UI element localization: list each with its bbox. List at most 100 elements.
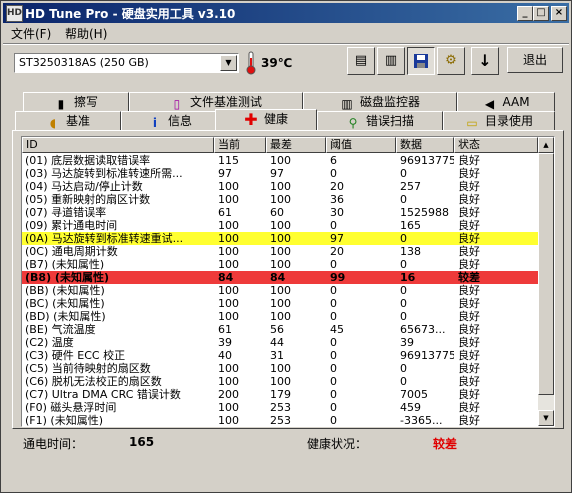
exit-button[interactable]: 退出 <box>507 47 563 73</box>
table-row[interactable]: (C2) 温度 39 44 0 39 良好 <box>22 336 538 349</box>
threshold-value: 0 <box>330 297 337 310</box>
tab-info[interactable]: i 信息 <box>121 111 219 130</box>
erase-icon: ▮ <box>57 97 65 111</box>
current-value: 100 <box>218 232 239 245</box>
close-button[interactable]: × <box>551 6 567 21</box>
save-button[interactable] <box>407 47 435 75</box>
table-row[interactable]: (BC) (未知属性) 100 100 0 0 良好 <box>22 297 538 310</box>
worst-value: 97 <box>270 167 284 180</box>
attribute-status: 良好 <box>458 310 480 323</box>
table-row[interactable]: (B7) (未知属性) 100 100 0 0 良好 <box>22 258 538 271</box>
menu-separator <box>3 43 569 45</box>
raw-data: 165 <box>400 219 421 232</box>
attribute-id: (09) 累计通电时间 <box>25 219 118 232</box>
attribute-id: (F1) (未知属性) <box>25 414 103 427</box>
table-row[interactable]: (03) 马达旋转到标准转速所需... 97 97 0 0 良好 <box>22 167 538 180</box>
attribute-id: (F0) 磁头悬浮时间 <box>25 401 117 414</box>
current-value: 84 <box>218 271 234 284</box>
table-row[interactable]: (C7) Ultra DMA CRC 错误计数 200 179 0 7005 良好 <box>22 388 538 401</box>
column-header-data[interactable]: 数据 <box>396 137 454 153</box>
current-value: 100 <box>218 414 239 427</box>
smart-attribute-list[interactable]: ID 当前 最差 阈值 数据 状态 (01) 底层数据读取错误率 115 100 6 9… <box>21 136 555 427</box>
menu-help[interactable]: 帮助(H) <box>65 25 107 42</box>
options-button[interactable]: ⚙ <box>437 47 465 75</box>
tab-folder-usage[interactable]: ▭ 目录使用 <box>443 111 555 130</box>
worst-value: 100 <box>270 297 291 310</box>
table-row[interactable]: (BD) (未知属性) 100 100 0 0 良好 <box>22 310 538 323</box>
maximize-button[interactable]: □ <box>533 6 549 21</box>
column-header-status[interactable]: 状态 <box>454 137 538 153</box>
threshold-value: 0 <box>330 388 337 401</box>
table-row[interactable]: (09) 累计通电时间 100 100 0 165 良好 <box>22 219 538 232</box>
drive-select[interactable]: ST3250318AS (250 GB) ▼ <box>14 53 239 73</box>
attribute-status: 良好 <box>458 336 480 349</box>
table-row[interactable]: (B8) (未知属性) 84 84 99 16 较差 <box>22 271 538 284</box>
minimize-button[interactable]: _ <box>517 6 533 21</box>
column-header-id[interactable]: ID <box>22 137 214 153</box>
tab-disk-monitor[interactable]: ▥ 磁盘监控器 <box>303 92 457 111</box>
table-row[interactable]: (C6) 脱机无法校正的扇区数 100 100 0 0 良好 <box>22 375 538 388</box>
health-status-label: 健康状况： <box>307 437 368 451</box>
scroll-up-icon[interactable]: ▲ <box>538 137 554 153</box>
table-row[interactable]: (0C) 通电周期计数 100 100 20 138 良好 <box>22 245 538 258</box>
tab-folder-usage-label: 目录使用 <box>484 114 533 128</box>
menu-file[interactable]: 文件(F) <box>11 25 51 42</box>
table-row[interactable]: (04) 马达启动/停止计数 100 100 20 257 良好 <box>22 180 538 193</box>
table-row[interactable]: (07) 寻道错误率 61 60 30 1525988 良好 <box>22 206 538 219</box>
raw-data: 0 <box>400 297 407 310</box>
tab-aam[interactable]: ◀ AAM <box>457 92 555 111</box>
menu-bar: 文件(F) 帮助(H) <box>3 23 569 41</box>
table-row[interactable]: (0A) 马达旋转到标准转速重试... 100 100 97 0 良好 <box>22 232 538 245</box>
current-value: 100 <box>218 362 239 375</box>
scroll-thumb[interactable] <box>538 153 554 395</box>
attribute-status: 良好 <box>458 193 480 206</box>
download-button[interactable]: ↓ <box>471 47 499 75</box>
threshold-value: 0 <box>330 401 337 414</box>
threshold-value: 99 <box>330 271 346 284</box>
copy-text-button[interactable]: ▤ <box>347 47 375 75</box>
tab-error-scan-label: 错误扫描 <box>365 114 414 128</box>
tab-erase[interactable]: ▮ 擦写 <box>23 92 129 111</box>
attribute-status: 良好 <box>458 284 480 297</box>
tab-health[interactable]: ✚ 健康 <box>215 109 317 130</box>
table-row[interactable]: (C5) 当前待映射的扇区数 100 100 0 0 良好 <box>22 362 538 375</box>
tab-error-scan[interactable]: ⚲ 错误扫描 <box>317 111 443 130</box>
table-row[interactable]: (F1) (未知属性) 100 253 0 -3365... 良好 <box>22 414 538 427</box>
chevron-down-icon[interactable]: ▼ <box>220 55 237 71</box>
threshold-value: 0 <box>330 219 337 232</box>
current-value: 39 <box>218 336 232 349</box>
table-row[interactable]: (BE) 气流温度 61 56 45 65673... 良好 <box>22 323 538 336</box>
attribute-status: 良好 <box>458 258 480 271</box>
attribute-id: (0A) 马达旋转到标准转速重试... <box>25 232 184 245</box>
attribute-status: 良好 <box>458 245 480 258</box>
raw-data: 257 <box>400 180 421 193</box>
worst-value: 100 <box>270 362 291 375</box>
current-value: 100 <box>218 258 239 271</box>
threshold-value: 20 <box>330 245 344 258</box>
attribute-status: 良好 <box>458 167 480 180</box>
attribute-status: 良好 <box>458 414 480 427</box>
raw-data: 65673... <box>400 323 446 336</box>
column-header-threshold[interactable]: 阈值 <box>326 137 396 153</box>
tab-benchmark[interactable]: ◖ 基准 <box>15 111 121 130</box>
download-arrow-icon: ↓ <box>478 51 492 70</box>
copy-screen-button[interactable]: ▥ <box>377 47 405 75</box>
tab-file-benchmark-label: 文件基准测试 <box>189 95 262 109</box>
options-icon: ⚙ <box>445 53 457 68</box>
threshold-value: 6 <box>330 154 337 167</box>
speaker-icon: ◀ <box>484 97 495 111</box>
scroll-down-icon[interactable]: ▼ <box>538 410 554 426</box>
table-row[interactable]: (F0) 磁头悬浮时间 100 253 0 459 良好 <box>22 401 538 414</box>
table-row[interactable]: (01) 底层数据读取错误率 115 100 6 96913775 良好 <box>22 154 538 167</box>
table-row[interactable]: (C3) 硬件 ECC 校正 40 31 0 96913775 良好 <box>22 349 538 362</box>
title-bar[interactable]: HD HD Tune Pro - 硬盘实用工具 v3.10 _ □ × <box>3 3 569 23</box>
table-row[interactable]: (05) 重新映射的扇区计数 100 100 36 0 良好 <box>22 193 538 206</box>
table-row[interactable]: (BB) (未知属性) 100 100 0 0 良好 <box>22 284 538 297</box>
vertical-scrollbar[interactable]: ▲ ▼ <box>538 137 554 426</box>
raw-data: 0 <box>400 193 407 206</box>
column-header-worst[interactable]: 最差 <box>266 137 326 153</box>
column-header-current[interactable]: 当前 <box>214 137 266 153</box>
attribute-id: (C7) Ultra DMA CRC 错误计数 <box>25 388 181 401</box>
tab-benchmark-label: 基准 <box>65 114 90 128</box>
current-value: 100 <box>218 310 239 323</box>
